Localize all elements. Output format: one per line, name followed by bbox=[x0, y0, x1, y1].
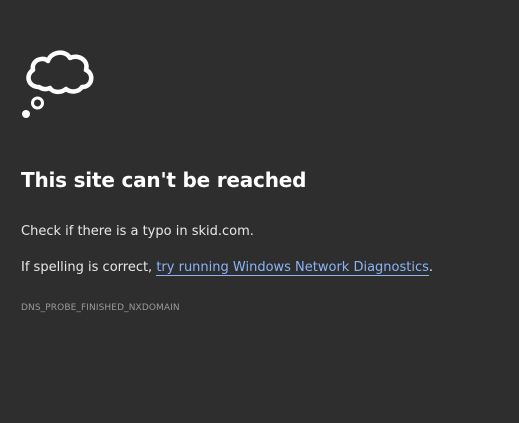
network-diagnostics-link[interactable]: try running Windows Network Diagnostics bbox=[156, 260, 429, 276]
thought-cloud-icon bbox=[22, 50, 94, 118]
domain-name: skid.com bbox=[191, 224, 250, 239]
spelling-message: If spelling is correct, try running Wind… bbox=[21, 260, 434, 276]
typo-text-suffix: . bbox=[249, 224, 254, 239]
spelling-suffix: . bbox=[428, 260, 434, 275]
spelling-prefix: If spelling is correct, bbox=[21, 260, 157, 275]
error-title: This site can't be reached bbox=[21, 168, 307, 192]
typo-message: Check if there is a typo in skid.com. bbox=[21, 224, 254, 239]
error-code: DNS_PROBE_FINISHED_NXDOMAIN bbox=[21, 303, 180, 313]
typo-text-prefix: Check if there is a typo in bbox=[21, 224, 192, 239]
